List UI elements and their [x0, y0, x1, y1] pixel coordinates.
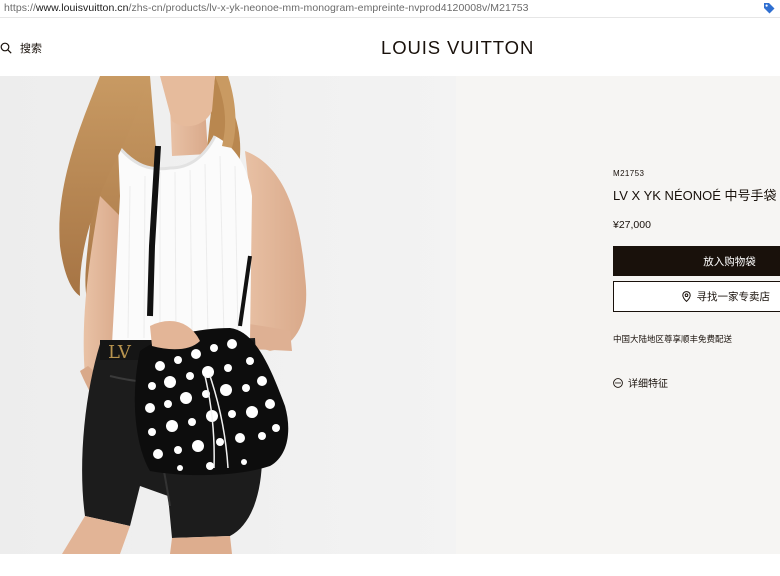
site-header: 搜索 LOUIS VUITTON — [0, 19, 780, 76]
model-photo: LV — [0, 76, 456, 554]
brand-logo[interactable]: LOUIS VUITTON — [381, 37, 534, 59]
product-info-panel: M21753 LV X YK NÉONOÉ 中号手袋 ¥27,000 放入购物袋… — [456, 76, 780, 554]
add-to-bag-label: 放入购物袋 — [703, 255, 756, 268]
details-link[interactable]: 详细特征 — [613, 375, 668, 390]
product-name: LV X YK NÉONOÉ 中号手袋 — [613, 188, 777, 203]
details-label: 详细特征 — [628, 379, 668, 390]
address-bar[interactable]: https://www.louisvuitton.cn/zhs-cn/produ… — [0, 0, 780, 18]
product-image[interactable]: LV — [0, 76, 456, 554]
search-label: 搜索 — [20, 43, 42, 55]
more-dots-icon — [613, 377, 623, 388]
tag-icon[interactable] — [762, 1, 776, 15]
location-pin-icon — [681, 291, 691, 302]
search-icon — [0, 42, 12, 54]
find-store-label: 寻找一家专卖店 — [696, 291, 771, 303]
url-path: /zhs-cn/products/lv-x-yk-neonoe-mm-monog… — [128, 2, 529, 14]
find-store-button[interactable]: 寻找一家专卖店 — [613, 281, 780, 312]
product-price: ¥27,000 — [613, 219, 651, 231]
svg-text:LV: LV — [108, 342, 132, 363]
add-to-bag-button[interactable]: 放入购物袋 — [613, 246, 780, 276]
url-text[interactable]: https://www.louisvuitton.cn/zhs-cn/produ… — [4, 2, 529, 14]
url-prefix: https:// — [4, 2, 36, 14]
search-button[interactable]: 搜索 — [0, 40, 42, 56]
shipping-info: 中国大陆地区尊享顺丰免费配送 — [613, 334, 733, 344]
product-sku: M21753 — [613, 169, 645, 178]
page-bottom-strip — [0, 554, 780, 576]
url-domain: www.louisvuitton.cn — [35, 2, 129, 14]
